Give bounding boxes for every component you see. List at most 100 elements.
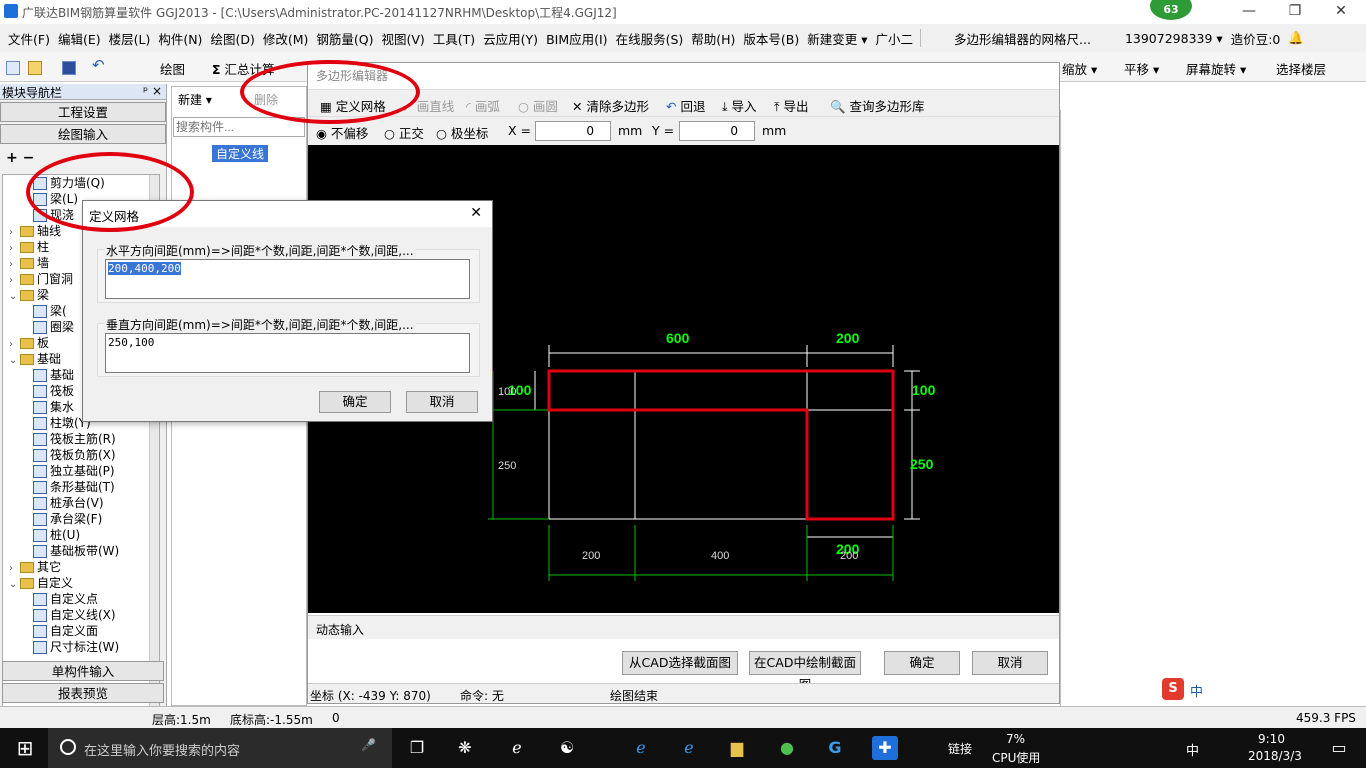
edge-blue-icon[interactable]: ℯ xyxy=(628,736,654,760)
open-file-icon[interactable] xyxy=(28,59,44,75)
tree-item[interactable]: 尺寸标注(W) xyxy=(33,639,119,655)
task-view-icon[interactable]: ❐ xyxy=(404,736,430,760)
tree-folder[interactable]: › 柱 xyxy=(9,239,49,255)
menu-modify[interactable]: 修改(M) xyxy=(259,29,313,48)
sogou-icon[interactable]: S xyxy=(1162,678,1184,700)
notification-badge[interactable]: 63 xyxy=(1150,0,1192,20)
editor-ok-button[interactable]: 确定 xyxy=(884,651,960,675)
editor-cancel-button[interactable]: 取消 xyxy=(972,651,1048,675)
tree-item[interactable]: 筏板主筋(R) xyxy=(33,431,116,447)
app-g-icon[interactable]: G xyxy=(822,736,848,760)
menu-assistant[interactable]: 广小二 xyxy=(872,29,918,48)
x-input[interactable]: 0 xyxy=(535,121,611,141)
menu-online[interactable]: 在线服务(S) xyxy=(612,29,688,48)
clear-polygon-button[interactable]: ✕ 清除多边形 xyxy=(572,96,649,115)
new-component-button[interactable]: 新建 ▾ xyxy=(178,91,212,108)
tree-item[interactable]: 集水 xyxy=(33,399,74,415)
menu-help[interactable]: 帮助(H) xyxy=(687,29,739,48)
app-icon[interactable]: ☯ xyxy=(554,736,580,760)
tree-item-selected[interactable]: 自定义线(X) xyxy=(33,607,116,623)
close-icon[interactable]: ✕ xyxy=(470,205,482,221)
close-button[interactable]: ✕ xyxy=(1318,0,1364,24)
tree-folder[interactable]: › 其它 xyxy=(9,559,61,575)
tree-item[interactable]: 梁( xyxy=(33,303,67,319)
undo-button[interactable]: ↶ 回退 xyxy=(666,96,705,115)
bell-icon[interactable]: 🔔 xyxy=(1284,30,1308,46)
tree-item[interactable]: 圈梁 xyxy=(33,319,74,335)
zoom-button[interactable]: 缩放 ▾ xyxy=(1062,59,1097,78)
horizontal-spacing-input[interactable]: 200,400,200 xyxy=(105,259,470,299)
menu-floor[interactable]: 楼层(L) xyxy=(105,29,155,48)
tree-item[interactable]: 基础 xyxy=(33,367,74,383)
y-input[interactable]: 0 xyxy=(679,121,755,141)
ggj-app-icon[interactable]: ✚ xyxy=(872,736,898,760)
tree-item[interactable]: 承台梁(F) xyxy=(33,511,102,527)
expand-collapse-icons[interactable]: + − xyxy=(6,150,34,166)
cad-draw-button[interactable]: 在CAD中绘制截面图 xyxy=(749,651,861,692)
tree-folder[interactable]: › 轴线 xyxy=(9,223,61,239)
menu-bim[interactable]: BIM应用(I) xyxy=(542,29,612,48)
menu-new-change[interactable]: 新建变更 ▾ xyxy=(803,29,871,48)
mode-polar-radio[interactable]: ○ 极坐标 xyxy=(436,123,488,142)
folder-icon[interactable]: ▆ xyxy=(724,736,750,760)
select-floor-button[interactable]: 选择楼层 xyxy=(1276,59,1326,78)
single-component-button[interactable]: 单构件输入 xyxy=(2,661,164,681)
component-search-input[interactable] xyxy=(173,117,305,137)
vertical-spacing-input[interactable]: 250,100 xyxy=(105,333,470,373)
save-icon[interactable] xyxy=(62,59,78,75)
notification-icon[interactable]: ▭ xyxy=(1326,736,1352,760)
tree-item[interactable]: 桩(U) xyxy=(33,527,80,543)
drawing-area[interactable] xyxy=(1060,110,1366,706)
new-file-icon[interactable] xyxy=(6,59,22,75)
menu-view[interactable]: 视图(V) xyxy=(377,29,428,48)
mode-ortho-radio[interactable]: ○ 正交 xyxy=(384,123,424,142)
menu-tools[interactable]: 工具(T) xyxy=(429,29,479,48)
draw-arc-button[interactable]: ◜ 画弧 xyxy=(466,96,500,115)
edge-icon[interactable]: ℯ xyxy=(504,736,530,760)
grid-cancel-button[interactable]: 取消 xyxy=(406,391,478,413)
tree-folder[interactable]: › 板 xyxy=(9,335,49,351)
app-green-icon[interactable]: ● xyxy=(774,736,800,760)
ie-icon[interactable]: ℯ xyxy=(676,736,702,760)
cad-select-button[interactable]: 从CAD选择截面图 xyxy=(622,651,738,675)
draw-button[interactable]: 绘图 xyxy=(160,59,185,78)
tree-item[interactable]: 基础板带(W) xyxy=(33,543,119,559)
rotate-screen-button[interactable]: 屏幕旋转 ▾ xyxy=(1186,59,1246,78)
notice-link[interactable]: 多边形编辑器的网格尺... xyxy=(950,29,1095,48)
tree-folder[interactable]: › 门窗洞 xyxy=(9,271,73,287)
menu-draw[interactable]: 绘图(D) xyxy=(206,29,258,48)
project-settings-button[interactable]: 工程设置 xyxy=(0,102,166,122)
menu-edit[interactable]: 编辑(E) xyxy=(54,29,105,48)
menu-file[interactable]: 文件(F) xyxy=(4,29,54,48)
taskbar-search[interactable]: 在这里输入你要搜索的内容 🎤 xyxy=(48,728,392,768)
draw-input-button[interactable]: 绘图输入 xyxy=(0,124,166,144)
minimize-button[interactable]: — xyxy=(1226,0,1272,24)
tree-item[interactable]: 条形基础(T) xyxy=(33,479,115,495)
pan-button[interactable]: 平移 ▾ xyxy=(1124,59,1159,78)
menu-rebar[interactable]: 钢筋量(Q) xyxy=(312,29,377,48)
menu-cloud[interactable]: 云应用(Y) xyxy=(479,29,542,48)
undo-icon[interactable]: ↶ xyxy=(92,56,105,74)
grid-ok-button[interactable]: 确定 xyxy=(319,391,391,413)
user-account[interactable]: 13907298339 ▾ xyxy=(1121,31,1227,46)
menu-component[interactable]: 构件(N) xyxy=(154,29,206,48)
mic-icon[interactable]: 🎤 xyxy=(361,738,376,752)
tree-item[interactable]: 自定义面 xyxy=(33,623,98,639)
cost-beans[interactable]: 造价豆:0 xyxy=(1227,29,1285,48)
app-icon[interactable]: ❋ xyxy=(452,736,478,760)
tree-folder[interactable]: ⌄ 梁 xyxy=(9,287,49,303)
tree-item[interactable]: 筏板 xyxy=(33,383,74,399)
menu-version[interactable]: 版本号(B) xyxy=(739,29,803,48)
draw-circle-button[interactable]: ○ 画圆 xyxy=(518,96,558,115)
tree-folder[interactable]: ⌄ 自定义 xyxy=(9,575,73,591)
tree-folder[interactable]: ⌄ 基础 xyxy=(9,351,61,367)
component-item-selected[interactable]: 自定义线 xyxy=(212,145,269,162)
ime-mode[interactable]: 中 xyxy=(1190,681,1203,700)
pin-close-icon[interactable]: ᵖ × xyxy=(143,84,162,98)
import-button[interactable]: ⤓ 导入 xyxy=(722,96,757,115)
windows-start-icon[interactable]: ⊞ xyxy=(12,736,38,760)
ime-toolbar[interactable]: S 中 xyxy=(1160,678,1366,702)
tree-item[interactable]: 独立基础(P) xyxy=(33,463,115,479)
tree-item[interactable]: 桩承台(V) xyxy=(33,495,104,511)
tree-folder[interactable]: › 墙 xyxy=(9,255,49,271)
